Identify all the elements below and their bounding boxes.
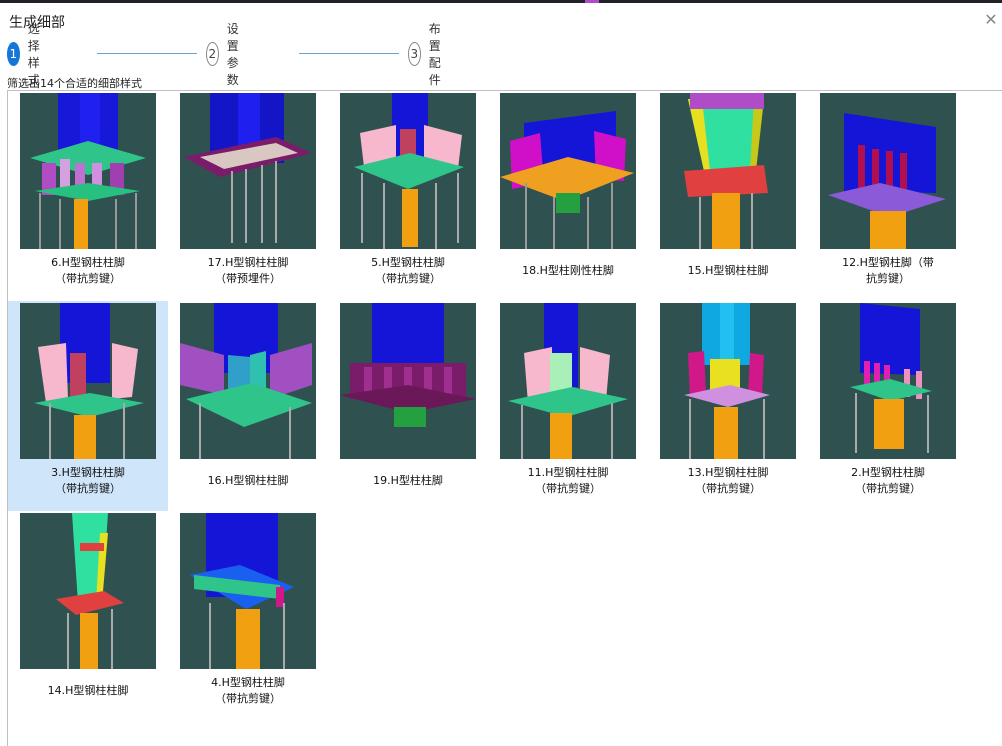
style-thumbnail [660,93,796,249]
filter-summary: 筛选出14个合适的细部样式 [7,77,142,90]
style-grid: 6.H型钢柱柱脚（带抗剪键） 17.H型钢柱柱脚（带预埋件） 5.H型钢柱柱脚（… [7,90,1002,746]
style-card[interactable]: 14.H型钢柱柱脚 [8,511,168,721]
style-thumbnail [180,303,316,459]
style-card[interactable]: 15.H型钢柱柱脚 [648,91,808,301]
style-label: 18.H型柱刚性柱脚 [522,264,614,277]
step-label: 布置配件 [428,22,441,87]
step-set-params[interactable]: 2 设置参数 [206,22,250,87]
close-icon[interactable]: ✕ [982,11,1000,29]
style-thumbnail [820,93,956,249]
style-label: 13.H型钢柱柱脚（带抗剪键） [687,466,769,495]
style-label: 2.H型钢柱柱脚（带抗剪键） [851,466,925,495]
step-place-parts[interactable]: 3 布置配件 [408,22,452,87]
style-card[interactable]: 13.H型钢柱柱脚（带抗剪键） [648,301,808,511]
style-label: 4.H型钢柱柱脚（带抗剪键） [211,676,285,705]
style-label: 17.H型钢柱柱脚（带预埋件） [207,256,289,285]
style-label: 19.H型柱柱脚 [373,474,443,487]
window-top-strip [0,0,1002,3]
style-thumbnail [340,303,476,459]
step-label: 设置参数 [226,22,239,87]
style-label: 11.H型钢柱柱脚（带抗剪键） [527,466,609,495]
style-card[interactable]: 19.H型柱柱脚 [328,301,488,511]
top-strip-accent [585,0,599,3]
step-number: 2 [206,42,219,66]
style-card[interactable]: 12.H型钢柱脚（带抗剪键） [808,91,968,301]
style-label: 3.H型钢柱柱脚（带抗剪键） [51,466,125,495]
step-number: 3 [408,42,421,66]
style-thumbnail [20,93,156,249]
style-card[interactable]: 5.H型钢柱柱脚（带抗剪键） [328,91,488,301]
style-label: 6.H型钢柱柱脚（带抗剪键） [51,256,125,285]
style-thumbnail [180,93,316,249]
style-label: 12.H型钢柱脚（带抗剪键） [842,256,934,285]
style-card[interactable]: 16.H型钢柱柱脚 [168,301,328,511]
style-thumbnail [500,93,636,249]
style-card[interactable]: 3.H型钢柱柱脚（带抗剪键） [8,301,168,511]
style-card[interactable]: 4.H型钢柱柱脚（带抗剪键） [168,511,328,721]
style-card[interactable]: 18.H型柱刚性柱脚 [488,91,648,301]
style-card[interactable]: 11.H型钢柱柱脚（带抗剪键） [488,301,648,511]
style-thumbnail [20,513,156,669]
style-label: 16.H型钢柱柱脚 [207,474,289,487]
style-thumbnail [340,93,476,249]
style-thumbnail [180,513,316,669]
step-connector [299,53,399,54]
step-select-style[interactable]: 1 选择样式 [7,22,51,87]
style-label: 14.H型钢柱柱脚 [47,684,129,697]
step-connector [97,53,197,54]
style-card[interactable]: 2.H型钢柱柱脚（带抗剪键） [808,301,968,511]
style-label: 5.H型钢柱柱脚（带抗剪键） [371,256,445,285]
style-card[interactable]: 6.H型钢柱柱脚（带抗剪键） [8,91,168,301]
step-number: 1 [7,42,20,66]
style-thumbnail [500,303,636,459]
style-thumbnail [660,303,796,459]
style-card[interactable]: 17.H型钢柱柱脚（带预埋件） [168,91,328,301]
style-label: 15.H型钢柱柱脚 [687,264,769,277]
style-thumbnail [820,303,956,459]
style-thumbnail [20,303,156,459]
